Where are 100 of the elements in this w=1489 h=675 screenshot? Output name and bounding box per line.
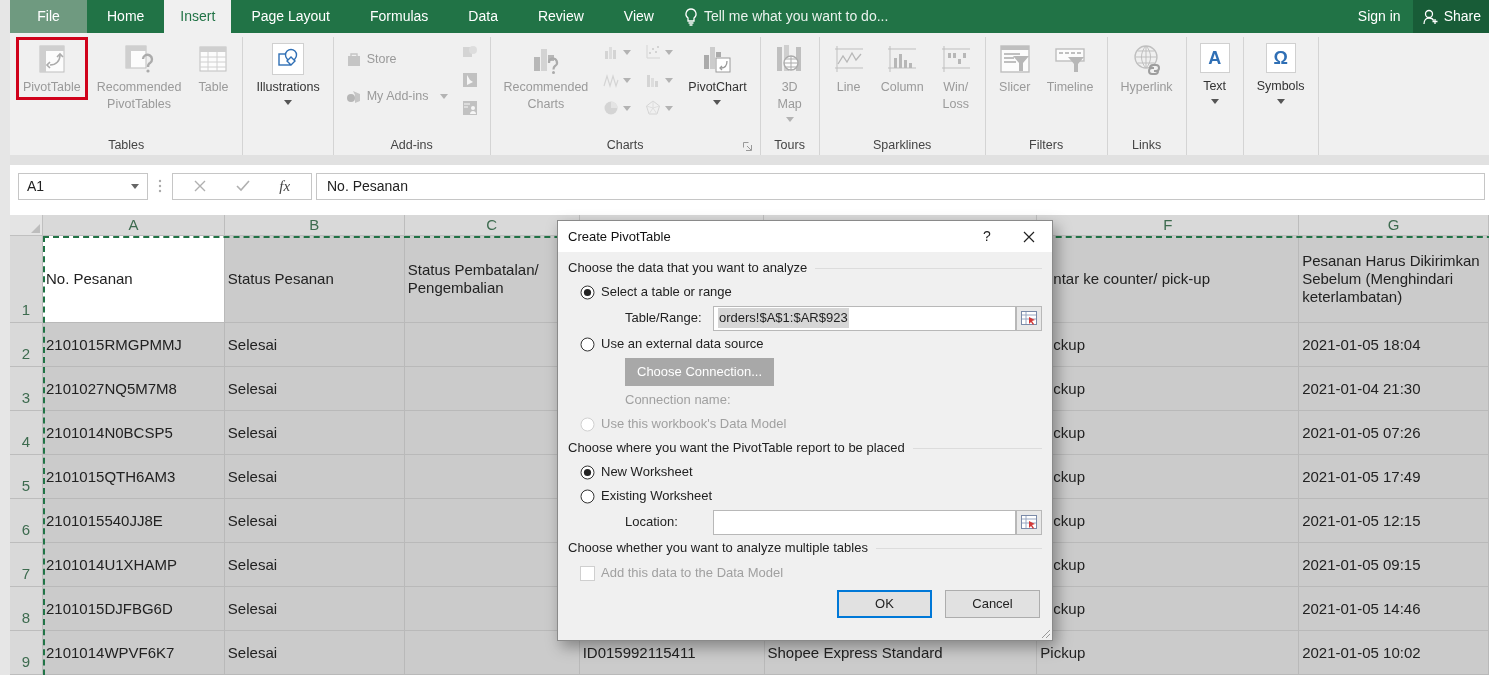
diagram-icon	[461, 44, 478, 60]
table-cell: Status Pesanan	[224, 236, 405, 323]
group-label: Tours	[774, 136, 805, 154]
win-loss-icon	[939, 43, 972, 75]
column-header[interactable]: G	[1299, 215, 1489, 236]
slicer-icon	[998, 43, 1031, 75]
check-icon[interactable]	[235, 180, 250, 192]
table-cell: Selesai	[224, 367, 405, 411]
table-cell: 2101015DJFBG6D	[43, 587, 225, 631]
group-label: Links	[1131, 136, 1162, 154]
person-add-icon	[1422, 8, 1439, 25]
table-help-icon	[123, 43, 156, 75]
store-icon	[345, 51, 362, 68]
formula-field[interactable]: No. Pesanan	[316, 172, 1485, 200]
table-cell: No. Pesanan	[43, 236, 225, 323]
pie-chart-icon	[603, 100, 620, 116]
ribbon-tab[interactable]: Review	[517, 0, 604, 33]
ribbon-tab[interactable]: Page Layout	[231, 0, 350, 33]
table-cell: Selesai	[224, 587, 405, 631]
range-input-field[interactable]	[713, 509, 1016, 535]
row-header[interactable]: 2	[10, 323, 43, 367]
ribbon-tab[interactable]: Data	[448, 0, 518, 33]
shapes-icon	[272, 43, 305, 75]
column-sparkline-icon	[886, 43, 919, 75]
table-cell: 2021-01-05 18:04	[1299, 323, 1489, 367]
row-header[interactable]: 4	[10, 411, 43, 455]
table-cell: Selesai	[224, 323, 405, 367]
ribbon-button[interactable]: A Text	[1192, 37, 1237, 108]
dialog-button[interactable]: OK	[837, 590, 932, 618]
dialog-launcher-icon[interactable]	[742, 142, 752, 151]
table-cell: 2101027NQ5M7M8	[43, 367, 225, 411]
scatter-chart-icon	[645, 44, 662, 60]
radio-empty-icon[interactable]	[580, 336, 595, 352]
table-cell: 2101014WPVF6K7	[43, 631, 225, 675]
close-icon	[1023, 230, 1035, 243]
table-cell: 2101014U1XHAMP	[43, 543, 225, 587]
radio-selected-icon[interactable]	[580, 284, 595, 300]
field-label: Table/Range:	[625, 309, 703, 328]
add-ins-icon	[345, 88, 362, 105]
column-header[interactable]: F	[1037, 215, 1300, 236]
row-header[interactable]: 5	[10, 455, 43, 499]
table-cell: Selesai	[224, 455, 405, 499]
ribbon-button[interactable]: Illustrations	[249, 37, 327, 109]
group-label: Add-ins	[390, 136, 433, 154]
row-header[interactable]: 6	[10, 499, 43, 543]
table-cell: 2101015RMGPMMJ	[43, 323, 225, 367]
ribbon-tab[interactable]: File	[10, 0, 87, 33]
radar-chart-icon	[645, 100, 662, 116]
tell-me-search[interactable]: Tell me what you want to do...	[703, 6, 889, 27]
section-heading: Choose whether you want to analyze multiple tables	[568, 539, 868, 558]
share-button[interactable]: Share	[1412, 0, 1489, 33]
table-cell: 2021-01-05 10:02	[1299, 631, 1489, 675]
resize-grip-icon[interactable]	[1039, 627, 1051, 639]
range-picker-icon[interactable]	[1021, 515, 1037, 529]
table-cell: 2021-01-04 21:30	[1299, 367, 1489, 411]
table-cell: 2101015540JJ8E	[43, 499, 225, 543]
dialog-button[interactable]: Cancel	[945, 590, 1040, 618]
group-label: Tables	[108, 136, 145, 154]
name-box[interactable]: A1	[18, 172, 148, 200]
row-header[interactable]: 8	[10, 587, 43, 631]
table-cell: 2021-01-05 12:15	[1299, 499, 1489, 543]
table-cell: 2021-01-05 07:26	[1299, 411, 1489, 455]
help-button[interactable]: ?	[968, 226, 1006, 247]
table-cell: Selesai	[224, 631, 405, 675]
row-header[interactable]: 3	[10, 367, 43, 411]
range-input-field[interactable]: orders!$A$1:$AR$923	[713, 305, 1016, 331]
table-icon	[197, 43, 230, 75]
ribbon-tab[interactable]: Home	[87, 0, 165, 33]
sign-in-link[interactable]: Sign in	[1345, 0, 1413, 33]
table-cell: 2021-01-05 09:15	[1299, 543, 1489, 587]
ribbon-button[interactable]: PivotChart	[681, 37, 754, 109]
ribbon-tab[interactable]: Insert	[164, 0, 232, 33]
line-sparkline-icon	[832, 43, 865, 75]
table-cell: Selesai	[224, 499, 405, 543]
radio-selected-icon[interactable]	[580, 464, 595, 480]
row-header[interactable]: 1	[10, 236, 43, 323]
select-all-icon[interactable]	[31, 224, 40, 233]
lightbulb-icon	[683, 7, 698, 26]
row-header[interactable]: 9	[10, 631, 43, 675]
table-cell: Pesanan Harus Dikirimkan Sebelum (Menghindari keterlambatan)	[1299, 236, 1489, 323]
table-cell: 2101015QTH6AM3	[43, 455, 225, 499]
cancel-icon[interactable]	[193, 180, 206, 192]
grip-dots-icon	[158, 179, 162, 193]
insert-function-button[interactable]: fx	[279, 174, 291, 198]
row-header[interactable]: 7	[10, 543, 43, 587]
table-cell: 2021-01-05 17:49	[1299, 455, 1489, 499]
field-label: Location:	[625, 513, 679, 532]
range-picker-icon[interactable]	[1021, 311, 1037, 325]
ribbon-tab[interactable]: Formulas	[350, 0, 449, 33]
section-heading: Choose where you want the PivotTable report to be placed	[568, 439, 905, 458]
caret-icon	[131, 183, 139, 189]
ribbon-button[interactable]: Ω Symbols	[1249, 37, 1312, 108]
table-cell: 2101014N0BCSP5	[43, 411, 225, 455]
table-cell: 2021-01-05 14:46	[1299, 587, 1489, 631]
connection-name-label: Connection name:	[625, 391, 731, 410]
column-header[interactable]: B	[224, 215, 405, 236]
table-cell: Selesai	[224, 543, 405, 587]
radio-empty-icon[interactable]	[580, 488, 595, 504]
ribbon-tab[interactable]: View	[603, 0, 674, 33]
column-header[interactable]: A	[43, 215, 225, 236]
